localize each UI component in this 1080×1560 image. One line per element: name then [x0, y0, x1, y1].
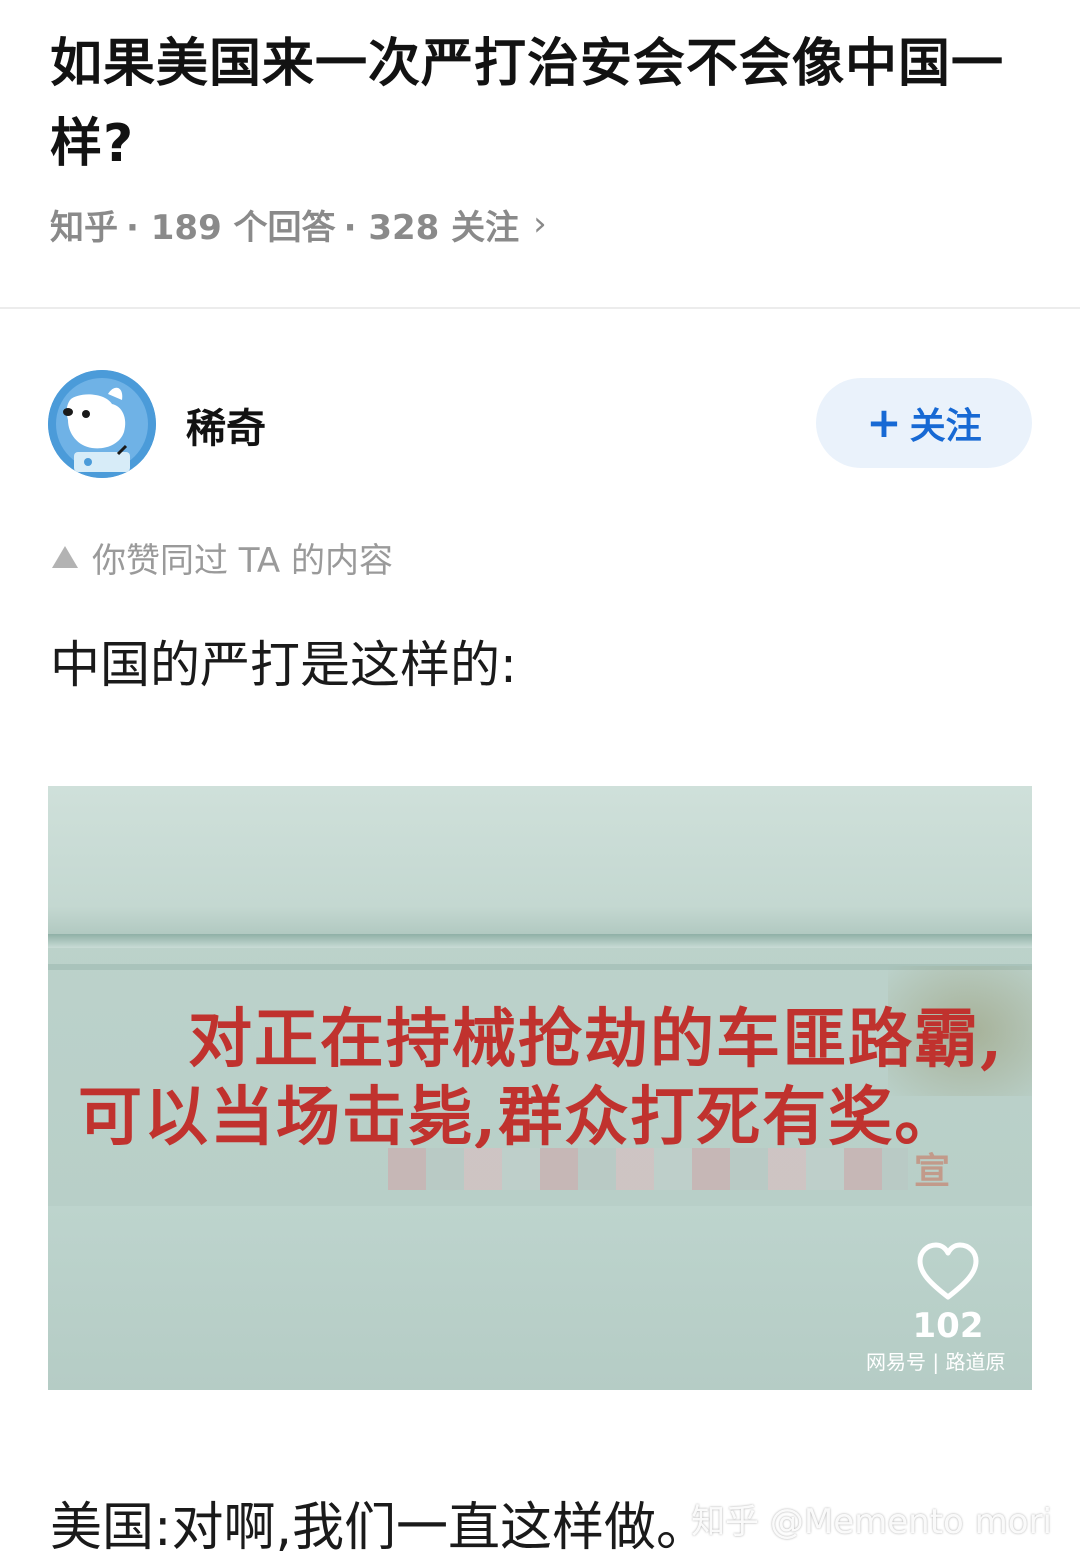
pixelated-text	[388, 1148, 908, 1190]
zhihu-watermark: 知乎 @Memento mori	[691, 1502, 1052, 1542]
avatar-dog-icon	[48, 370, 156, 478]
author-name[interactable]: 稀奇	[186, 396, 266, 454]
photo-ridge-line	[48, 964, 1032, 970]
answer-page: 如果美国来一次严打治安会不会像中国一样? 知乎 · 189 个回答 · 328 …	[0, 0, 1080, 1560]
heart-outline-icon[interactable]	[916, 1241, 980, 1301]
meta-source: 知乎	[50, 207, 118, 248]
follow-button[interactable]: + 关注	[816, 378, 1032, 468]
meta-follows-count: · 328 关注	[343, 207, 520, 248]
sign-tail-char: 宣	[914, 1150, 951, 1192]
photo-ridge	[48, 934, 1032, 948]
sign-line-2: 可以当场击毙,群众打死有奖。	[78, 1080, 961, 1155]
sign-line-1: 对正在持械抢劫的车匪路霸,	[188, 1002, 1005, 1077]
section-divider	[0, 307, 1080, 309]
question-meta[interactable]: 知乎 · 189 个回答 · 328 关注 ›	[50, 196, 547, 252]
source-watermark: 网易号 | 路道原	[866, 1350, 1006, 1374]
answer-image[interactable]: 对正在持械抢劫的车匪路霸, 可以当场击毙,群众打死有奖。 宣 102 网易号 |…	[48, 786, 1032, 1390]
liked-note-text: 你赞同过 TA 的内容	[92, 540, 394, 581]
chevron-right-icon: ›	[533, 204, 547, 244]
plus-icon: +	[866, 398, 902, 447]
answer-paragraph: 中国的严打是这样的:	[50, 636, 517, 694]
answer-paragraph: 美国:对啊,我们一直这样做。	[50, 1498, 709, 1558]
meta-answers-count: · 189 个回答	[126, 207, 336, 248]
question-title[interactable]: 如果美国来一次严打治安会不会像中国一样?	[50, 24, 1040, 184]
like-count: 102	[912, 1306, 984, 1346]
author-avatar[interactable]	[48, 370, 156, 478]
photo-wall-top	[48, 786, 1032, 936]
follow-label: 关注	[909, 406, 982, 447]
upvote-triangle-icon	[52, 546, 78, 568]
liked-note: 你赞同过 TA 的内容	[50, 530, 393, 584]
